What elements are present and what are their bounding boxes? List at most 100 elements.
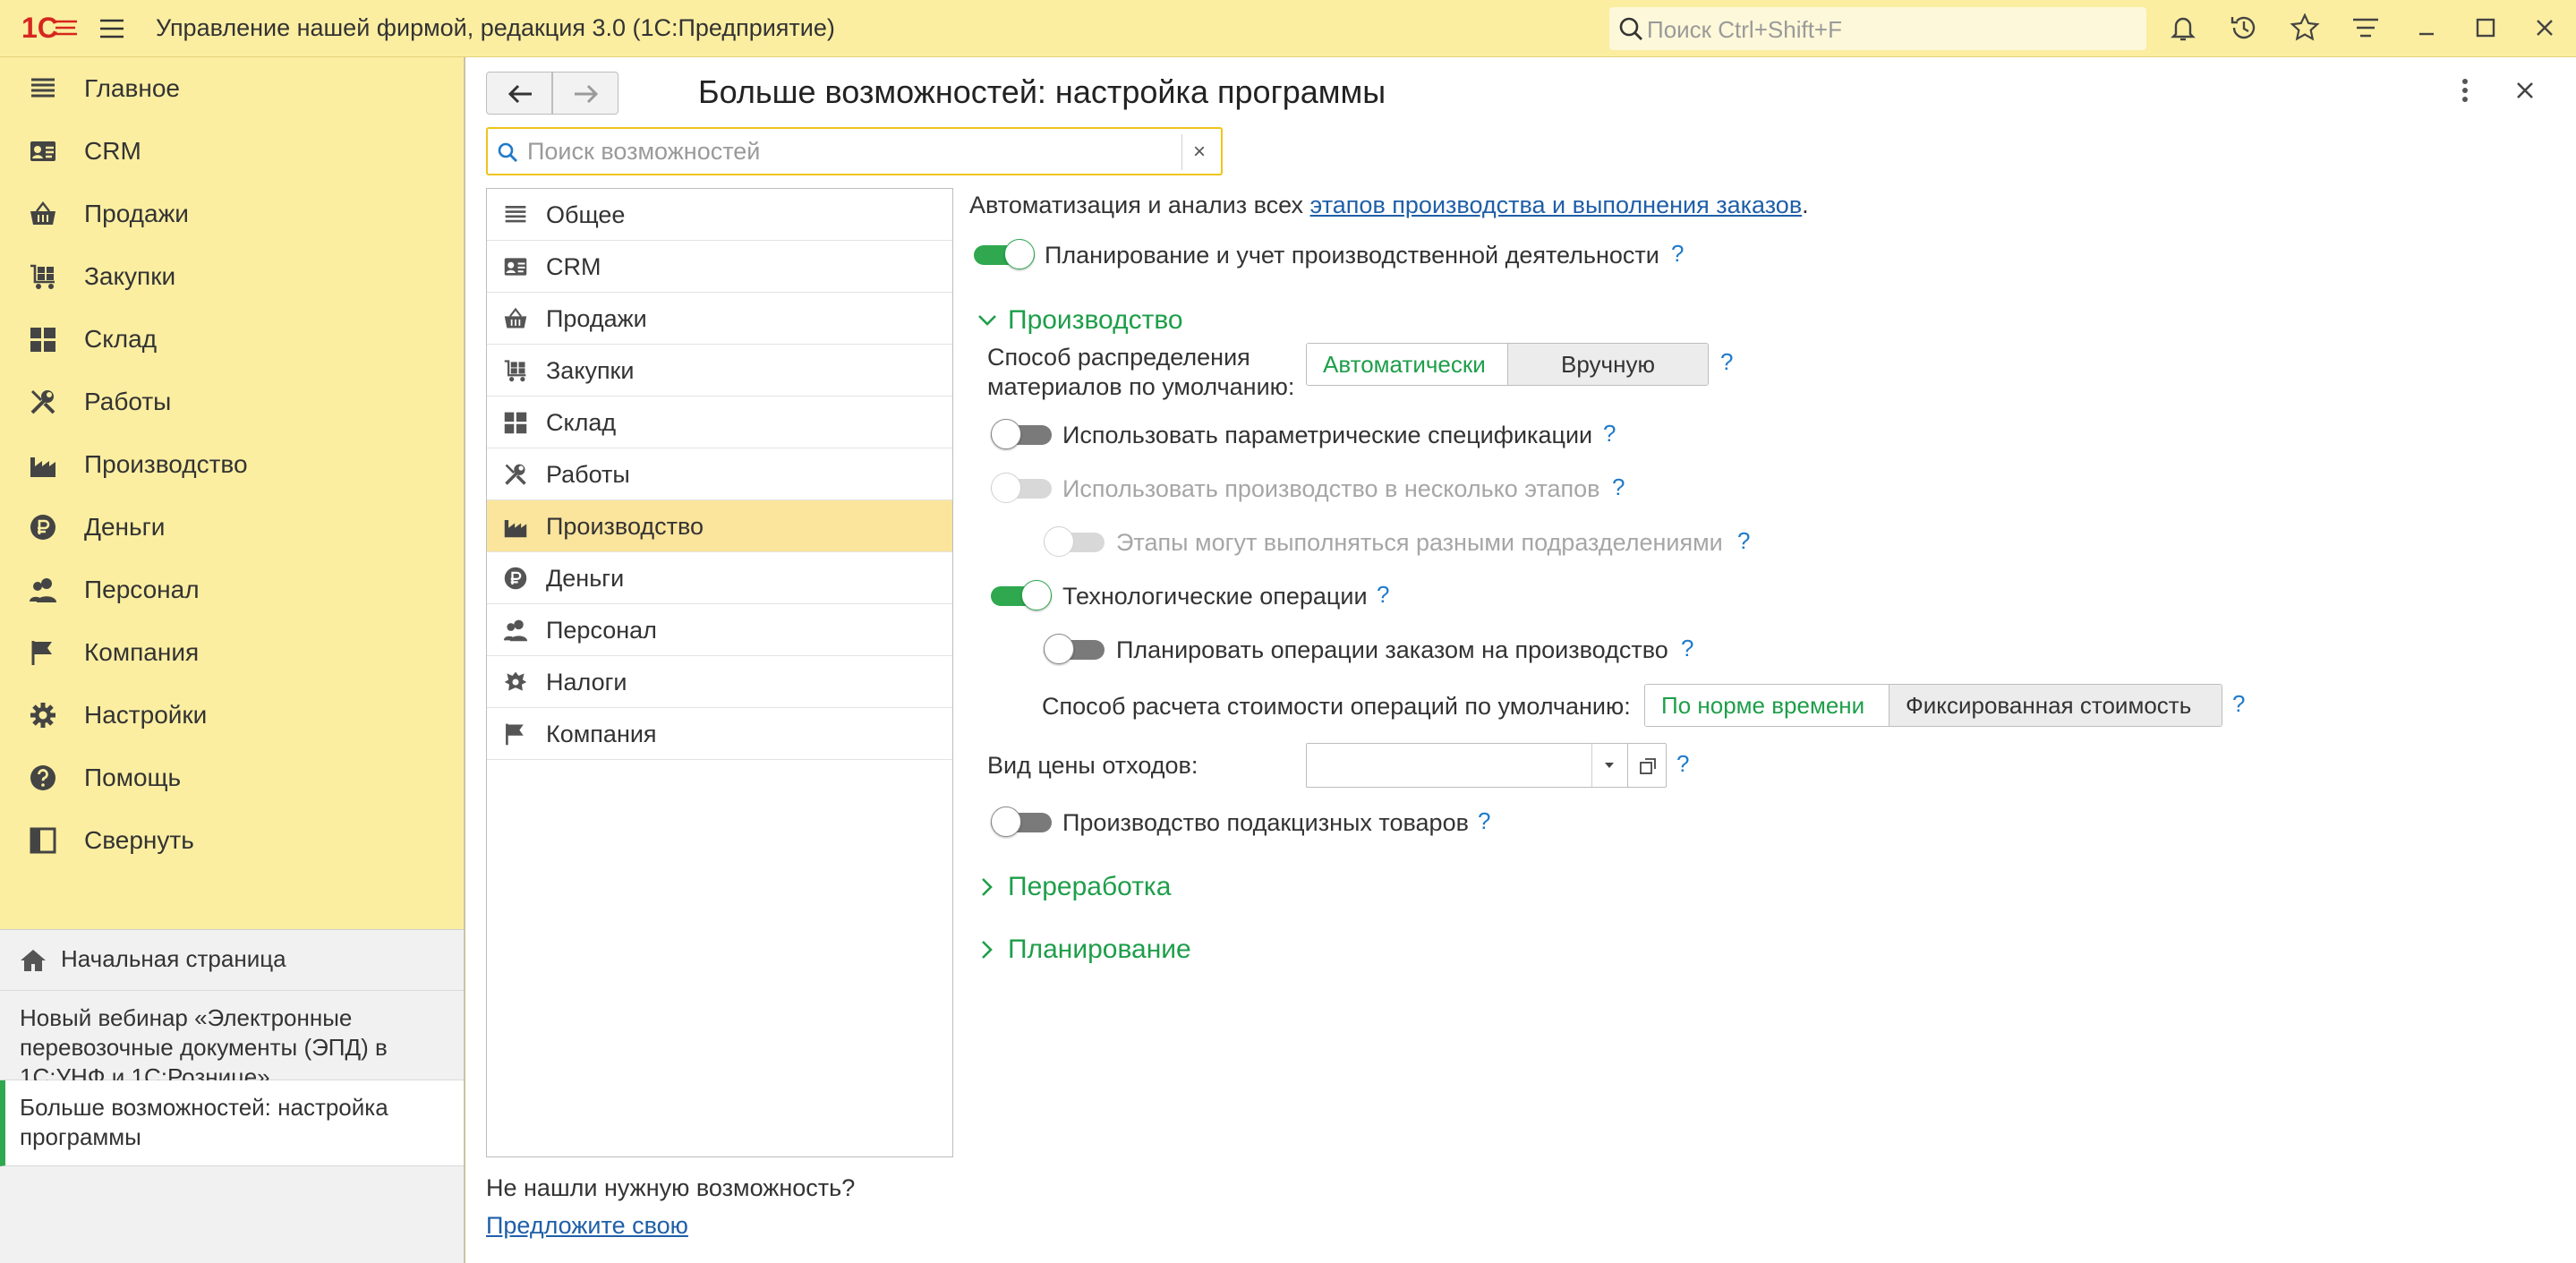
category-item-crm[interactable]: CRM — [487, 241, 952, 293]
section-planning-header[interactable]: Планирование — [976, 934, 1244, 970]
excise-label: Производство подакцизных товаров — [1062, 809, 1469, 836]
chevron-right-icon — [976, 875, 999, 899]
multistage-help-link[interactable]: ? — [1612, 474, 1625, 501]
sidebar-item-staff[interactable]: Персонал — [0, 559, 464, 621]
forward-button[interactable] — [552, 72, 618, 115]
waste-price-select[interactable] — [1306, 743, 1666, 788]
cost-method-help-link[interactable]: ? — [2232, 690, 2245, 718]
cost-method-label: Способ расчета стоимости операций по умо… — [1042, 693, 1631, 720]
open-window-current[interactable]: Больше возможностей: настройка программы — [0, 1080, 464, 1166]
tech-ops-label: Технологические операции — [1062, 583, 1368, 610]
category-label: Продажи — [546, 305, 647, 332]
param-specs-toggle[interactable] — [991, 419, 1052, 449]
sidebar-item-help[interactable]: Помощь — [0, 747, 464, 809]
chevron-right-icon — [976, 938, 999, 961]
dropdown-arrow-icon[interactable] — [1602, 760, 1616, 771]
category-item-general[interactable]: Общее — [487, 189, 952, 241]
waste-price-help-link[interactable]: ? — [1676, 750, 1689, 778]
option-fixed-cost[interactable]: Фиксированная стоимость — [1889, 685, 2222, 726]
1c-logo[interactable]: 1С — [21, 13, 79, 43]
sidebar-item-main[interactable]: Главное — [0, 57, 464, 120]
hamburger-menu-icon[interactable] — [98, 16, 125, 41]
plan-ops-toggle[interactable] — [1044, 634, 1105, 664]
planning-toggle[interactable] — [974, 239, 1035, 269]
category-label: Персонал — [546, 617, 657, 644]
collapse-icon — [29, 826, 57, 855]
not-found-text: Не нашли нужную возможность? — [486, 1174, 856, 1201]
category-item-staff[interactable]: Персонал — [487, 604, 952, 656]
planning-help-link[interactable]: ? — [1671, 240, 1684, 268]
search-icon — [497, 141, 518, 163]
category-item-works[interactable]: Работы — [487, 448, 952, 500]
sidebar-item-production[interactable]: Производство — [0, 433, 464, 496]
sidebar-item-crm[interactable]: CRM — [0, 120, 464, 183]
planning-toggle-label: Планирование и учет производственной дея… — [1045, 242, 1659, 269]
sidebar-item-label: Персонал — [84, 576, 200, 603]
history-icon[interactable] — [2229, 13, 2259, 43]
sidebar-item-collapse[interactable]: Свернуть — [0, 809, 464, 872]
more-actions-icon[interactable] — [2460, 77, 2470, 104]
tech-ops-help-link[interactable]: ? — [1377, 581, 1389, 609]
sidebar-item-company[interactable]: Компания — [0, 621, 464, 684]
stages-depts-toggle[interactable] — [1044, 526, 1105, 557]
contact-card-icon — [29, 137, 57, 166]
distribution-help-link[interactable]: ? — [1720, 348, 1733, 376]
maximize-icon[interactable] — [2470, 13, 2501, 43]
multistage-toggle[interactable] — [991, 473, 1052, 503]
stages-depts-help-link[interactable]: ? — [1737, 527, 1750, 555]
category-item-money[interactable]: Деньги — [487, 552, 952, 604]
category-item-sales[interactable]: Продажи — [487, 293, 952, 345]
feature-search-input[interactable] — [525, 134, 1173, 168]
intro-text: Автоматизация и анализ всех этапов произ… — [969, 192, 1809, 219]
plan-ops-label: Планировать операции заказом на производ… — [1116, 636, 1668, 663]
production-stages-link[interactable]: этапов производства и выполнения заказов — [1310, 192, 1803, 218]
option-automatic[interactable]: Автоматически — [1307, 344, 1507, 385]
bell-icon[interactable] — [2168, 13, 2198, 43]
filter-menu-icon[interactable] — [2350, 13, 2381, 43]
star-icon[interactable] — [2290, 13, 2320, 43]
title-bar: 1С Управление нашей фирмой, редакция 3.0… — [0, 0, 2576, 57]
category-label: Работы — [546, 461, 630, 488]
excise-toggle[interactable] — [991, 806, 1052, 837]
flag-icon — [503, 721, 528, 747]
open-window-home[interactable]: Начальная страница — [0, 930, 464, 991]
global-search-input[interactable]: Поиск Ctrl+Shift+F — [1609, 7, 2146, 50]
sidebar-item-warehouse[interactable]: Склад — [0, 308, 464, 371]
sidebar-item-works[interactable]: Работы — [0, 371, 464, 433]
sidebar-item-purchases[interactable]: Закупки — [0, 245, 464, 308]
category-item-production[interactable]: Производство — [487, 500, 952, 552]
ruble-icon — [29, 513, 57, 542]
category-label: Закупки — [546, 357, 635, 384]
option-time-norm[interactable]: По норме времени — [1645, 685, 1889, 726]
category-item-taxes[interactable]: Налоги — [487, 656, 952, 708]
plan-ops-help-link[interactable]: ? — [1681, 635, 1693, 662]
category-label: Налоги — [546, 669, 627, 696]
ruble-icon — [503, 566, 528, 591]
param-specs-help-link[interactable]: ? — [1603, 420, 1616, 448]
open-windows-panel: Начальная страница Новый вебинар «Электр… — [0, 929, 464, 1263]
close-window-icon[interactable] — [2529, 13, 2560, 43]
sidebar-item-sales[interactable]: Продажи — [0, 183, 464, 245]
home-icon — [20, 948, 47, 973]
category-label: Компания — [546, 721, 657, 747]
category-item-purchases[interactable]: Закупки — [487, 345, 952, 397]
option-manual[interactable]: Вручную — [1507, 344, 1708, 385]
section-processing-header[interactable]: Переработка — [976, 872, 1244, 908]
param-specs-label: Использовать параметрические спецификаци… — [1062, 422, 1593, 448]
sidebar-item-label: Главное — [84, 74, 180, 102]
excise-help-link[interactable]: ? — [1478, 807, 1490, 835]
tech-ops-toggle[interactable] — [991, 580, 1052, 610]
open-window-webinar[interactable]: Новый вебинар «Электронные перевозочные … — [0, 991, 464, 1090]
section-production-header[interactable]: Производство — [976, 305, 1244, 341]
sidebar-item-settings[interactable]: Настройки — [0, 684, 464, 747]
suggest-feature-link[interactable]: Предложите свою — [486, 1212, 688, 1240]
back-button[interactable] — [486, 72, 552, 115]
close-form-icon[interactable] — [2513, 79, 2537, 102]
minimize-icon[interactable] — [2411, 13, 2442, 43]
sidebar-item-money[interactable]: Деньги — [0, 496, 464, 559]
clear-search-button[interactable]: × — [1193, 140, 1206, 165]
waste-price-open-button[interactable] — [1627, 743, 1667, 788]
category-list: Общее CRM Продажи Закупки Склад Работы П… — [486, 188, 953, 1157]
category-item-warehouse[interactable]: Склад — [487, 397, 952, 448]
category-item-company[interactable]: Компания — [487, 708, 952, 760]
